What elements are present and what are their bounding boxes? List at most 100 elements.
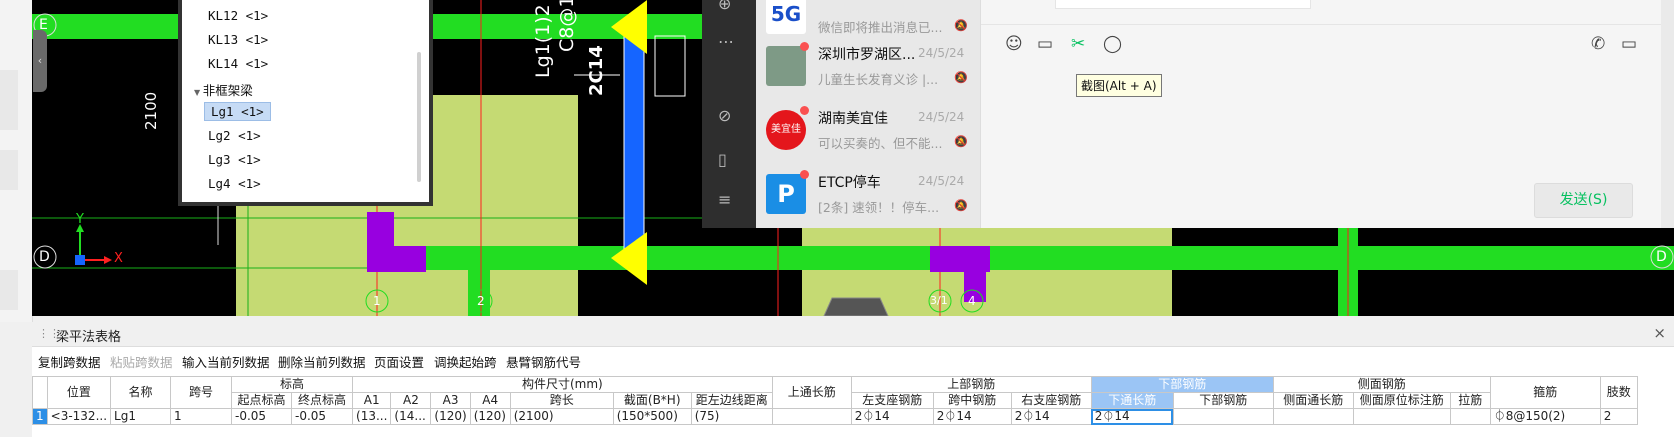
close-icon[interactable]: × (1653, 324, 1666, 342)
phone-call-icon[interactable]: ✆ (1591, 34, 1605, 54)
table-cell[interactable]: <3-132... (46, 408, 112, 425)
tree-item-selected[interactable]: Lg1 <1> (204, 102, 271, 121)
paste-span-button[interactable]: 粘贴跨数据 (110, 352, 173, 371)
table-cell[interactable]: 2⏀14 (932, 408, 1012, 425)
tree-item[interactable]: KL12 <1> (208, 8, 268, 23)
more-icon[interactable]: ⋯ (718, 32, 734, 51)
table-cell[interactable]: (120) (469, 408, 511, 425)
input-column-button[interactable]: 输入当前列数据 (182, 352, 270, 371)
table-cell[interactable]: (2100) (509, 408, 614, 425)
conversation-item[interactable]: 美宜佳 湖南美宜佳 24/5/24 可以买奏的、但不能... 🔕 (756, 100, 980, 164)
header-cell-highlight: 下部钢筋 (1090, 376, 1274, 393)
phone-icon[interactable]: ▯ (718, 150, 727, 169)
cantilever-code-button[interactable]: 悬臂钢筋代号 (506, 352, 581, 371)
right-scrollbar[interactable] (1661, 0, 1674, 228)
header-cell-highlight: 下通长筋 (1090, 392, 1174, 409)
send-button[interactable]: 发送(S) (1534, 183, 1633, 218)
link-icon[interactable]: ⊘ (718, 106, 731, 125)
beam-bottom (367, 246, 1674, 270)
message-bubble (1055, 0, 1311, 9)
header-cell: 标高 (231, 376, 354, 393)
tree-item[interactable]: Lg4 <1> (208, 176, 261, 191)
table-cell[interactable]: (150*500) (612, 408, 692, 425)
video-call-icon[interactable]: ▭ (1621, 34, 1637, 54)
table-cell[interactable]: 1 (170, 408, 233, 425)
table-cell[interactable]: (75) (690, 408, 773, 425)
globe-icon[interactable]: ⊕ (718, 0, 731, 13)
header-cell: 拉筋 (1449, 392, 1491, 409)
delete-column-button[interactable]: 删除当前列数据 (278, 352, 366, 371)
unread-dot (800, 42, 809, 51)
table-cell[interactable] (1272, 408, 1354, 425)
tree-scrollbar[interactable] (417, 52, 421, 182)
conversation-date: 24/5/24 (918, 110, 965, 124)
header-cell: 位置 (46, 376, 112, 409)
table-cell[interactable] (771, 408, 852, 425)
table-cell[interactable]: (13... (352, 408, 392, 425)
grid-label: D (39, 249, 50, 265)
avatar: 美宜佳 (766, 110, 806, 150)
tree-item[interactable]: KL13 <1> (208, 32, 268, 47)
table-cell[interactable] (1352, 408, 1451, 425)
table-cell[interactable]: ⏀8@150(2) (1489, 408, 1601, 425)
conversation-preview: 微信即将推出消息已... (818, 20, 943, 35)
menu-icon[interactable]: ≡ (718, 190, 731, 209)
conversation-preview: [2条] 速领！！停车... (818, 200, 940, 215)
header-cell: 距左边线距离 (690, 392, 773, 409)
header-cell: 右支座钢筋 (1010, 392, 1092, 409)
tree-group[interactable]: ▼ 非框架梁 (194, 80, 253, 99)
side-tab[interactable] (0, 150, 18, 190)
table-cell-active[interactable]: 2⏀14 (1090, 408, 1174, 425)
table-cell[interactable]: (120) (430, 408, 471, 425)
beam-annotation: Lg1(1)2 (532, 4, 554, 78)
tree-item[interactable]: Lg3 <1> (208, 152, 261, 167)
table-cell[interactable]: 2⏀14 (1010, 408, 1092, 425)
table-cell[interactable]: (14... (390, 408, 432, 425)
mute-icon: 🔕 (954, 71, 968, 84)
side-tab[interactable] (0, 70, 18, 130)
row-index[interactable]: 1 (32, 408, 48, 425)
table-cell[interactable]: -0.05 (291, 408, 354, 425)
folder-icon[interactable]: ▭ (1037, 34, 1053, 54)
swap-start-button[interactable]: 调换起始跨 (434, 352, 497, 371)
page-setup-button[interactable]: 页面设置 (374, 352, 424, 371)
table-cell[interactable]: -0.05 (231, 408, 293, 425)
header-cell: 跨长 (509, 392, 614, 409)
axis-number: 4 (968, 294, 976, 308)
table-cell[interactable] (1172, 408, 1274, 425)
conversation-item[interactable]: P ETCP停车 24/5/24 [2条] 速领！！停车... 🔕 (756, 164, 980, 228)
axis-x-label: X (114, 251, 123, 266)
beam-annotation: 2C14 (586, 45, 607, 96)
beam-table: 位置 名称 跨号 标高 构件尺寸(mm) 上通长筋 上部钢筋 下部钢筋 侧面钢筋… (32, 376, 1638, 425)
beam-annotation: C8@15 (556, 0, 578, 52)
side-tab[interactable] (0, 270, 18, 310)
conversation-name: ETCP停车 (818, 175, 881, 191)
screenshot-tooltip: 截图(Alt + A) (1076, 74, 1162, 97)
copy-span-button[interactable]: 复制跨数据 (38, 352, 101, 371)
collapse-left-icon[interactable]: ‹ (33, 30, 47, 92)
slab-area (977, 225, 1067, 316)
header-cell: 上通长筋 (771, 376, 852, 409)
header-cell: A1 (352, 392, 392, 409)
table-cell[interactable] (1449, 408, 1491, 425)
conversation-list: 5G 微信即将推出消息已... 🔕 深圳市罗湖区... 24/5/24 儿童生长… (756, 0, 980, 228)
tree-expand-icon[interactable]: ▼ (194, 88, 203, 97)
scissors-icon[interactable]: ✂ (1071, 34, 1085, 54)
table-cell[interactable]: 2⏀14 (850, 408, 934, 425)
table-cell[interactable]: Lg1 (110, 408, 172, 425)
header-cell: 侧面通长筋 (1272, 392, 1354, 409)
table-row[interactable]: 1 <3-132... Lg1 1 -0.05 -0.05 (13... (14… (32, 408, 1638, 425)
conversation-item[interactable]: 深圳市罗湖区... 24/5/24 儿童生长发育义诊 |... 🔕 (756, 36, 980, 100)
header-cell: A4 (469, 392, 511, 409)
header-cell: 肢数 (1599, 376, 1638, 409)
tree-item[interactable]: Lg2 <1> (208, 128, 261, 143)
header-cell: 下部钢筋 (1172, 392, 1274, 409)
tree-item[interactable]: KL14 <1> (208, 56, 268, 71)
conversation-date: 24/5/24 (918, 46, 965, 60)
header-cell: 跨号 (170, 376, 233, 409)
emoji-icon[interactable]: ☺ (1005, 34, 1023, 54)
header-cell: A2 (390, 392, 432, 409)
chat-bubble-icon[interactable]: ◯ (1103, 34, 1122, 54)
expand-handle (823, 297, 889, 316)
table-cell[interactable]: 2 (1599, 408, 1638, 425)
